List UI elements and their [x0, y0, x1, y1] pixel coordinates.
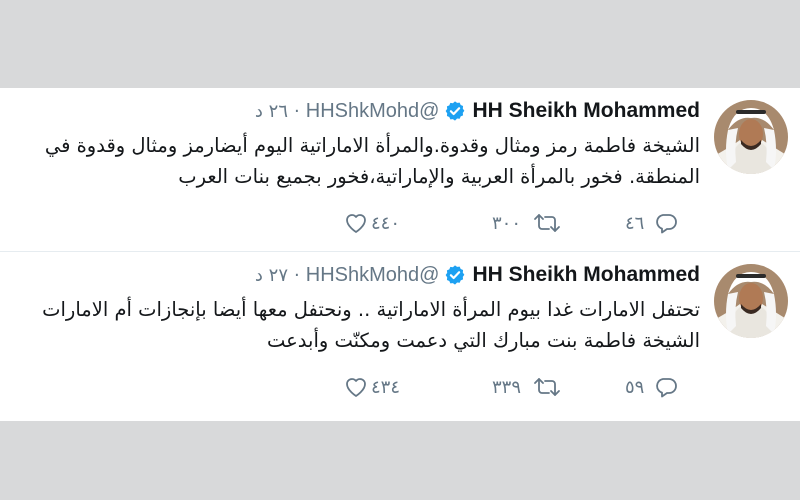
retweet-icon [534, 214, 560, 232]
tweet-feed: HH Sheikh Mohammed @HHShkMohd · ٢٦ د الش… [0, 88, 800, 421]
reply-count: ٥٩ [625, 376, 645, 398]
tweet-text: تحتفل الامارات غدا بيوم المرأة الاماراتي… [10, 294, 700, 356]
tweet-text: الشيخة فاطمة رمز ومثال وقدوة.والمرأة الا… [10, 130, 700, 192]
reply-button[interactable]: ٤٦ [625, 208, 678, 238]
tweet-text-line: تحتفل الامارات غدا بيوم المرأة الاماراتي… [42, 298, 700, 321]
like-button[interactable]: ٤٣٤ [343, 372, 400, 402]
tweet-actions: ٤٦ ٣٠٠ ٤٤٠ [0, 208, 800, 238]
tweet-header: HH Sheikh Mohammed @HHShkMohd · ٢٦ د [255, 97, 700, 125]
avatar[interactable] [714, 100, 788, 174]
reply-count: ٤٦ [625, 212, 645, 234]
verified-badge-icon [446, 265, 465, 285]
tweet-text-line: المنطقة. فخور بالمرأة العربية والإماراتي… [178, 165, 700, 188]
author-name[interactable]: HH Sheikh Mohammed [472, 263, 700, 287]
author-handle[interactable]: @HHShkMohd [306, 100, 440, 123]
verified-badge-icon [446, 101, 465, 121]
reply-icon [656, 378, 678, 398]
retweet-button[interactable]: ٣٣٩ [492, 372, 561, 402]
avatar[interactable] [714, 264, 788, 338]
reply-icon [656, 214, 678, 234]
separator-dot: · [294, 100, 300, 122]
retweet-icon [534, 378, 560, 396]
heart-icon [346, 378, 366, 397]
separator-dot: · [294, 264, 300, 286]
heart-icon [346, 214, 366, 233]
tweet-text-line: الشيخة فاطمة بنت مبارك التي دعمت ومكنّت … [267, 329, 700, 352]
tweet-actions: ٥٩ ٣٣٩ ٤٣٤ [0, 372, 800, 402]
tweet-timestamp[interactable]: ٢٧ د [255, 265, 288, 286]
like-button[interactable]: ٤٤٠ [343, 208, 400, 238]
reply-button[interactable]: ٥٩ [625, 372, 678, 402]
author-name[interactable]: HH Sheikh Mohammed [472, 99, 700, 123]
tweet-timestamp[interactable]: ٢٦ د [255, 101, 288, 122]
retweet-count: ٣٣٩ [492, 376, 522, 398]
tweet-text-line: الشيخة فاطمة رمز ومثال وقدوة.والمرأة الا… [44, 134, 700, 157]
retweet-button[interactable]: ٣٠٠ [492, 208, 561, 238]
tweet[interactable]: HH Sheikh Mohammed @HHShkMohd · ٢٧ د تحت… [0, 251, 800, 415]
retweet-count: ٣٠٠ [492, 212, 522, 234]
author-handle[interactable]: @HHShkMohd [306, 264, 440, 287]
like-count: ٤٣٤ [371, 376, 401, 398]
tweet-header: HH Sheikh Mohammed @HHShkMohd · ٢٧ د [255, 261, 700, 289]
like-count: ٤٤٠ [371, 212, 401, 234]
tweet[interactable]: HH Sheikh Mohammed @HHShkMohd · ٢٦ د الش… [0, 88, 800, 251]
